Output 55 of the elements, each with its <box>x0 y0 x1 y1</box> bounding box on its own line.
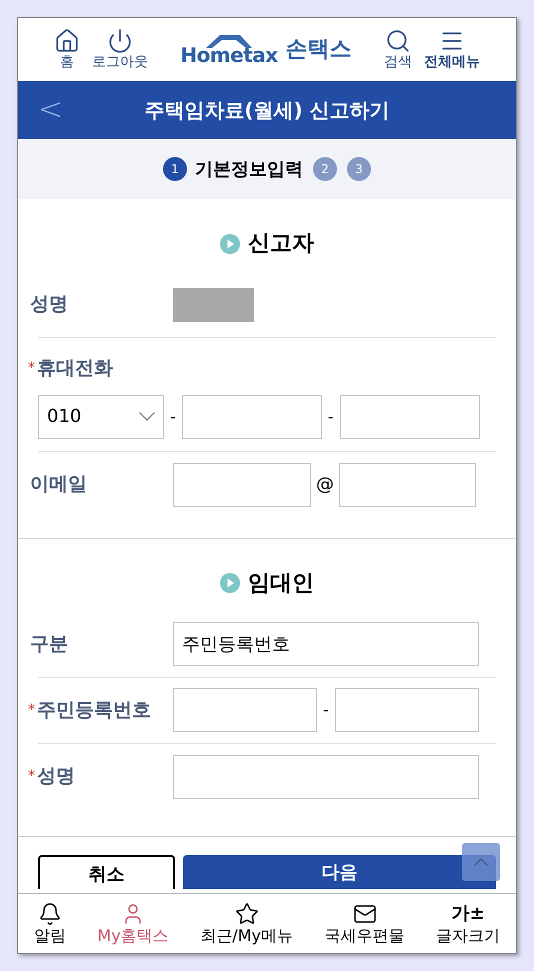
type-field[interactable]: 주민등록번호 <box>173 622 479 666</box>
separator: - <box>328 406 334 428</box>
chevron-down-icon <box>139 412 155 421</box>
email-domain-field[interactable] <box>339 462 476 506</box>
next-button[interactable]: 다음 <box>183 854 496 888</box>
home-icon <box>54 28 80 54</box>
separator: - <box>323 699 329 721</box>
step-label: 기본정보입력 <box>195 158 303 182</box>
logout-button[interactable]: 로그아웃 <box>92 28 148 72</box>
separator: - <box>170 406 176 428</box>
play-circle-icon <box>220 573 240 593</box>
logout-icon <box>107 28 133 54</box>
field-label: 주민등록번호 <box>37 698 151 723</box>
email-field[interactable] <box>173 462 311 506</box>
app-name: 손택스 <box>286 36 352 64</box>
id-number-field[interactable] <box>173 688 317 732</box>
at-sign: @ <box>316 473 334 497</box>
page-title: 주택임차료(월세) 신고하기 <box>144 97 390 124</box>
field-label: 구분 <box>30 632 68 657</box>
field-label: 휴대전화 <box>37 356 113 381</box>
section-title: 임대인 <box>248 570 314 598</box>
step-number: 3 <box>347 157 371 181</box>
scroll-top-button[interactable] <box>462 843 500 881</box>
field-label: 성명 <box>30 292 68 318</box>
bell-icon <box>38 902 62 926</box>
search-icon <box>385 28 411 54</box>
id-number-field[interactable] <box>334 688 479 732</box>
name-field[interactable] <box>173 754 479 798</box>
nav-tab[interactable]: 가± 글자크기 <box>436 902 500 946</box>
menu-button[interactable]: 전체메뉴 <box>424 28 480 72</box>
nav-tab[interactable]: 국세우편물 <box>324 902 405 946</box>
star-icon <box>234 902 259 926</box>
section-title: 신고자 <box>248 230 314 258</box>
nav-tab[interactable]: 알림 <box>34 902 66 946</box>
step-number: 1 <box>163 157 187 181</box>
field-label: 이메일 <box>30 472 87 498</box>
home-button[interactable]: 홈 <box>54 28 80 72</box>
hometax-logo[interactable]: Hometax 손택스 <box>180 33 352 66</box>
search-button[interactable]: 검색 <box>384 28 412 72</box>
play-circle-icon <box>220 234 240 254</box>
step-number: 2 <box>313 157 337 181</box>
brand-name: Hometax <box>180 45 278 65</box>
required-mark: * <box>28 358 35 378</box>
nav-tab[interactable]: My홈택스 <box>97 902 169 946</box>
required-mark: * <box>28 767 35 786</box>
nav-tab[interactable]: 최근/My메뉴 <box>200 902 293 946</box>
phone-field[interactable] <box>340 394 480 438</box>
back-button[interactable]: < <box>38 95 64 125</box>
field-label: 성명 <box>37 764 75 790</box>
font-size-icon: 가± <box>452 902 485 926</box>
cancel-button[interactable]: 취소 <box>38 854 175 888</box>
phone-field[interactable] <box>182 394 322 438</box>
house-roof-icon <box>206 34 252 48</box>
prefix-select[interactable]: 010 <box>38 394 164 438</box>
required-mark: * <box>28 700 35 720</box>
